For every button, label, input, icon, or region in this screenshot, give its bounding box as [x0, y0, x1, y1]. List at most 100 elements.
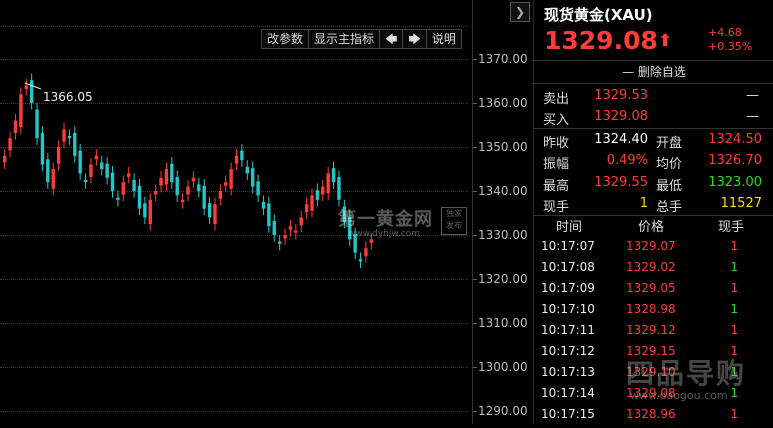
current-volume-value: 1	[639, 196, 648, 211]
total-volume-value: 11527	[720, 196, 762, 211]
candle-body	[46, 159, 50, 183]
high-value: 1329.55	[594, 175, 648, 190]
candle-body	[331, 168, 336, 183]
stats-row-3: 最高 1329.55 最低 1323.00	[534, 175, 773, 196]
y-tick-label: 1360.00	[478, 96, 528, 110]
delete-watchlist-button[interactable]: — 删除自选	[534, 60, 773, 84]
tick-header-time: 时间	[556, 220, 583, 235]
candle-body	[240, 150, 244, 161]
candle-body	[159, 177, 163, 186]
tick-volume: 1	[730, 239, 738, 253]
candle-body	[24, 85, 28, 89]
tick-row: 10:17:07 1329.07 1	[534, 239, 773, 260]
high-label: 最高	[543, 179, 570, 194]
candle-body	[251, 168, 255, 187]
tick-price: 1328.98	[626, 302, 676, 316]
candlestick-chart[interactable]: 改参数 显示主指标 🡄 🡆 说明 1366.05 第一黄金网 www.dyhjw…	[0, 0, 532, 424]
axis-mark	[473, 191, 477, 192]
chevron-right-icon[interactable]: ❯	[510, 2, 530, 22]
candle-body	[164, 169, 169, 185]
candle-body	[315, 190, 320, 200]
divider	[534, 128, 773, 129]
tick-time: 10:17:12	[541, 344, 595, 358]
candle-body	[229, 169, 233, 189]
avg-label: 均价	[656, 157, 683, 172]
watermark-logo: 四品导购	[626, 357, 747, 390]
candle-body	[326, 173, 330, 194]
candle-body	[234, 155, 239, 164]
tick-row: 10:17:08 1329.02 1	[534, 260, 773, 281]
low-label: 最低	[656, 179, 683, 194]
candle-body	[358, 259, 363, 262]
amplitude-label: 振幅	[543, 157, 570, 172]
candle-body	[197, 184, 201, 191]
quote-panel: 现货黄金(XAU) 1329.08 ⬆ +4.68 +0.35% — 删除自选 …	[533, 0, 773, 424]
candle-body	[202, 185, 206, 209]
candle-body	[94, 155, 99, 160]
candle-body	[186, 186, 190, 195]
buy-price: 1329.08	[594, 109, 648, 124]
candle-body	[56, 147, 61, 164]
price-change: +4.68	[708, 26, 742, 39]
candle-body	[364, 248, 368, 257]
candle-body	[89, 164, 93, 177]
tick-time: 10:17:13	[541, 365, 595, 379]
candle-body	[304, 204, 309, 213]
candle-body	[148, 199, 152, 224]
axis-mark	[473, 411, 477, 412]
tick-row: 10:17:09 1329.05 1	[534, 281, 773, 302]
candle-body	[3, 155, 7, 163]
candle-body	[267, 203, 271, 227]
price-axis: 1370.00 1360.00 1350.00 1340.00 1330.00 …	[472, 0, 533, 424]
tick-time: 10:17:15	[541, 407, 595, 421]
stats-row-4: 现手 1 总手 11527	[534, 196, 773, 217]
y-tick-label: 1340.00	[478, 184, 528, 198]
watermark-url: www.daogou.com	[630, 389, 728, 402]
candle-body	[105, 163, 109, 178]
tick-price: 1329.02	[626, 260, 676, 274]
y-tick-label: 1290.00	[478, 404, 528, 418]
candle-body	[283, 235, 287, 239]
candle-body	[224, 182, 228, 186]
candle-body	[83, 180, 88, 183]
candle-body	[29, 80, 34, 103]
candle-body	[78, 150, 82, 174]
y-tick-label: 1300.00	[478, 360, 528, 374]
candle-body	[294, 230, 298, 233]
candle-body	[277, 241, 282, 244]
candle-body	[191, 177, 196, 182]
candle-body	[13, 120, 18, 133]
max-price-label: 1366.05	[43, 90, 93, 104]
prev-close-value: 1324.40	[594, 132, 648, 147]
buy-volume: —	[746, 109, 759, 124]
tick-time: 10:17:07	[541, 239, 595, 253]
tick-time: 10:17:09	[541, 281, 595, 295]
candle-body	[299, 217, 303, 226]
candle-body	[67, 136, 72, 139]
low-value: 1323.00	[708, 175, 762, 190]
candle-body	[213, 204, 217, 224]
last-price: 1329.08	[544, 26, 658, 55]
candle-body	[218, 191, 223, 199]
avg-value: 1326.70	[708, 153, 762, 168]
candle-body	[8, 138, 12, 151]
tick-price: 1329.07	[626, 239, 676, 253]
candle-body	[272, 220, 276, 235]
tick-price: 1328.96	[626, 407, 676, 421]
candle-body	[256, 181, 260, 196]
sell-volume: —	[746, 88, 759, 103]
candle-body	[40, 132, 45, 165]
candle-body	[175, 176, 179, 196]
open-label: 开盘	[656, 136, 683, 151]
candle-body	[245, 166, 249, 174]
candle-body	[127, 173, 131, 177]
amplitude-value: 0.49%	[606, 153, 648, 168]
total-volume-label: 总手	[656, 200, 683, 215]
sell-label: 卖出	[543, 92, 570, 107]
candle-body	[337, 176, 341, 200]
candle-body	[35, 109, 39, 139]
watermark-logo: 第一黄金网	[338, 209, 433, 230]
tick-time: 10:17:11	[541, 323, 595, 337]
candle-body	[19, 94, 23, 128]
instrument-title: 现货黄金(XAU)	[544, 6, 653, 24]
